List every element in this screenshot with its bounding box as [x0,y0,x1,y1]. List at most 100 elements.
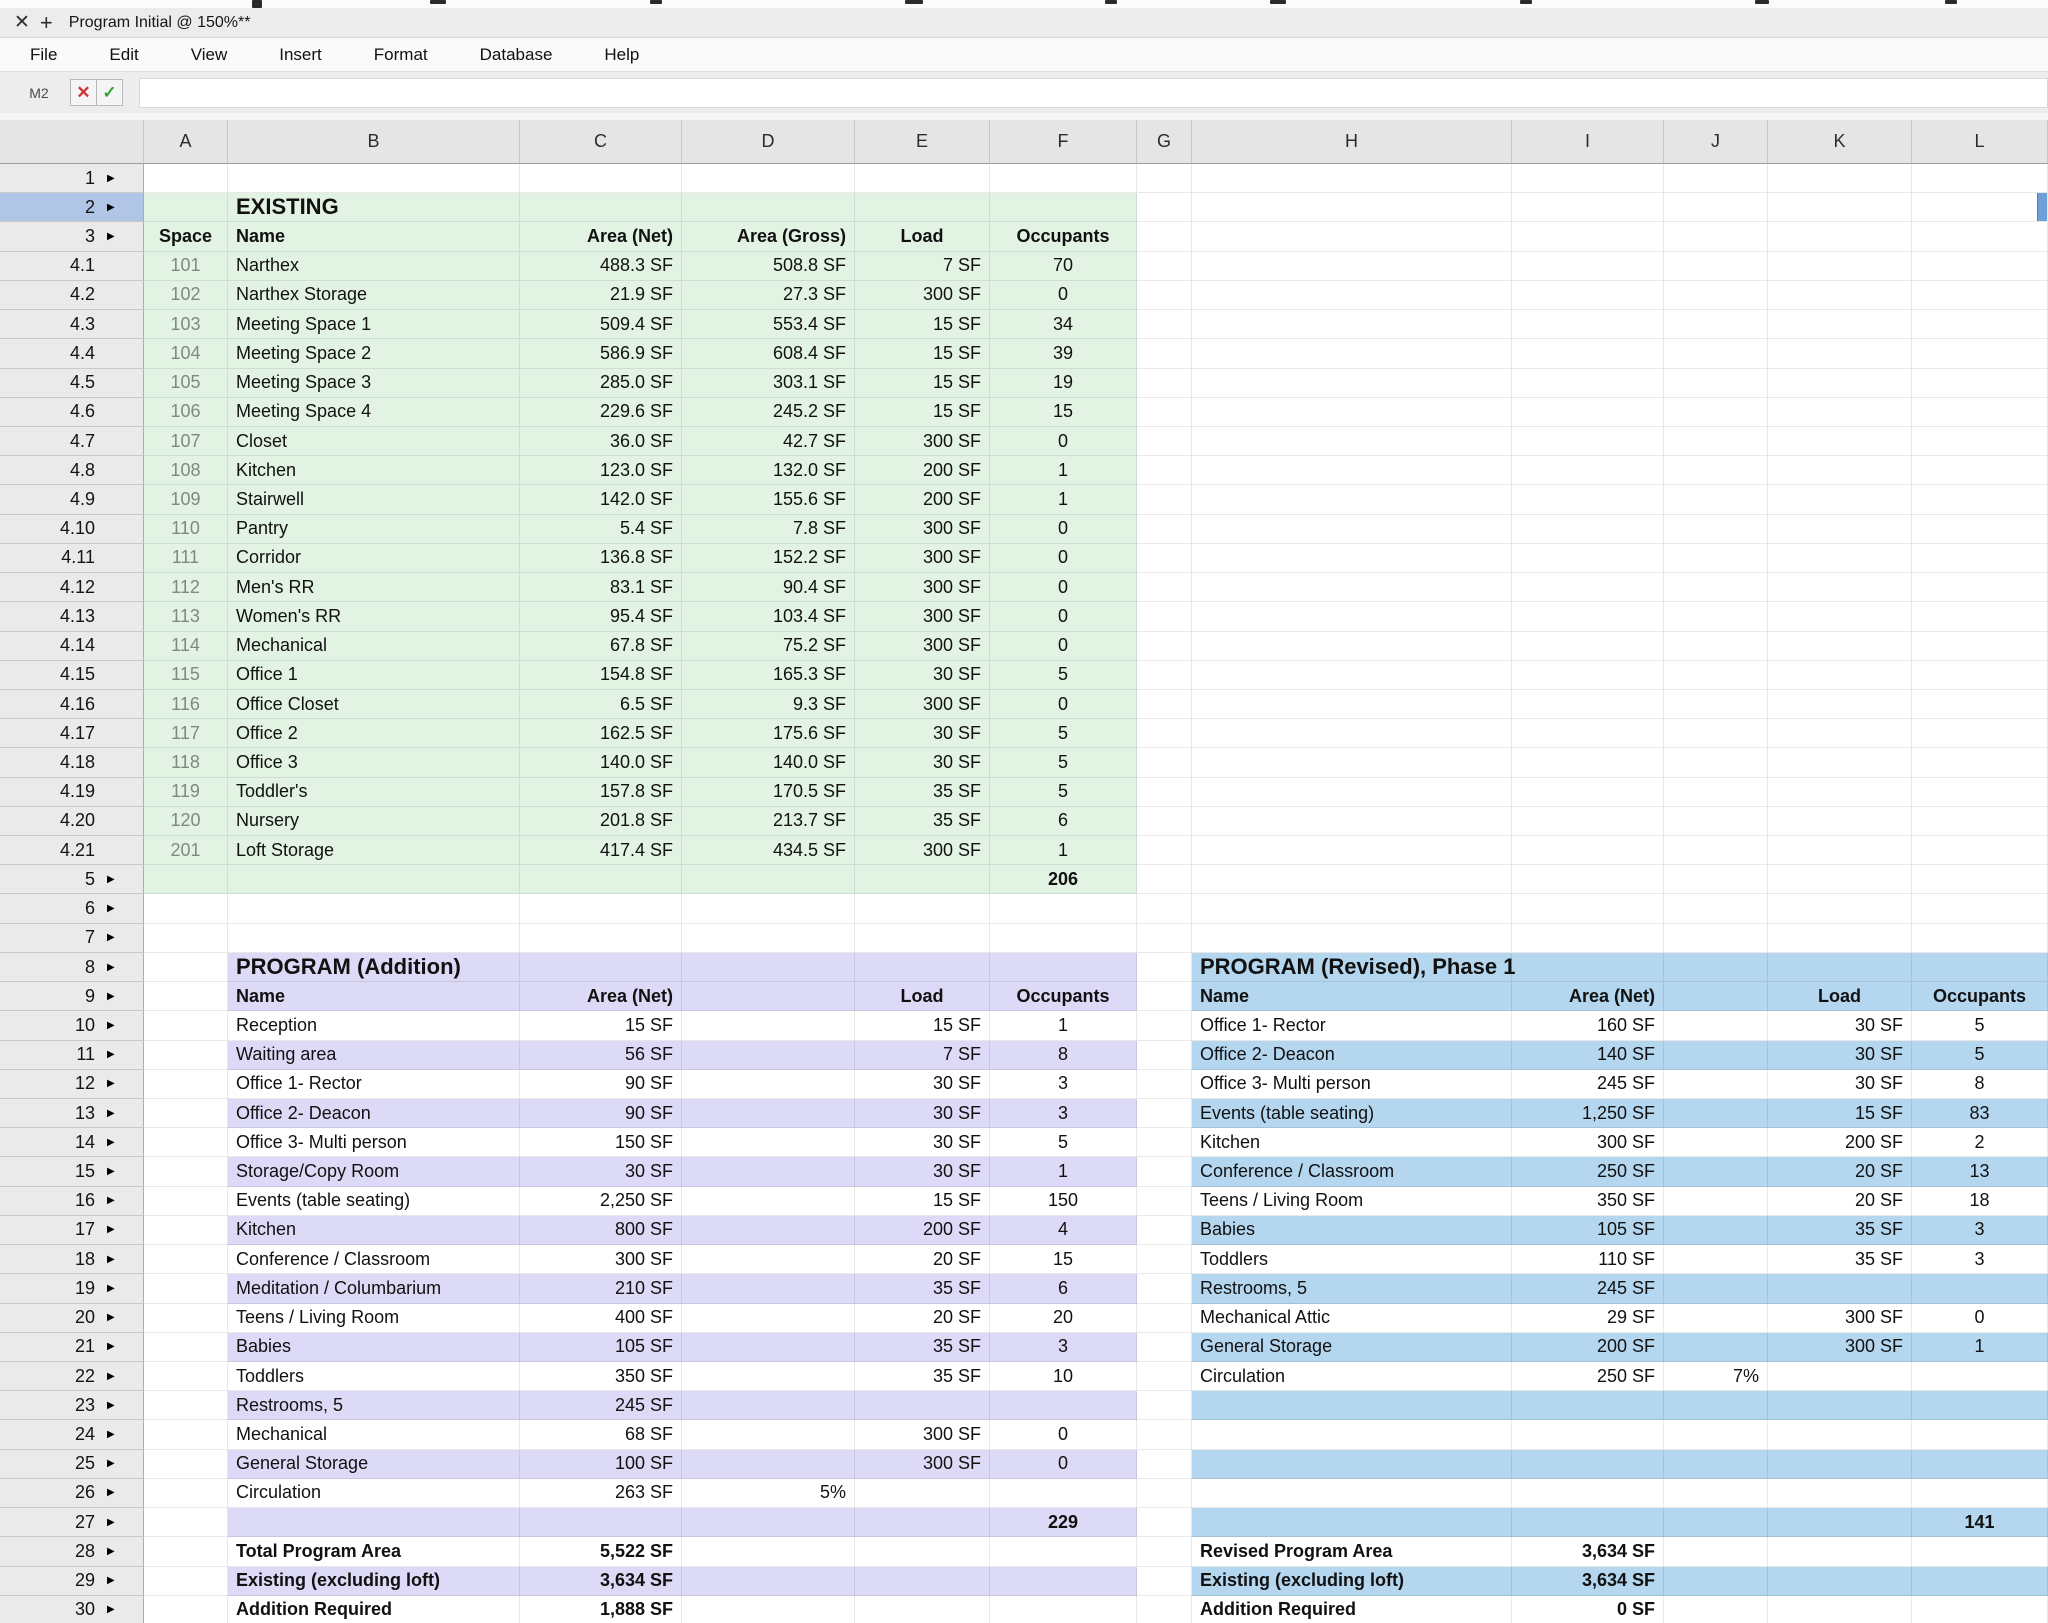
row-expand-marker-icon[interactable]: ▶ [107,991,143,1002]
cell-K2[interactable] [1768,193,1912,222]
cell-F18[interactable]: 15 [990,1245,1137,1274]
row-header-4.8[interactable]: 4.8 [0,456,144,485]
cell-E11[interactable]: 7 SF [855,1041,990,1070]
cell-I4.10[interactable] [1512,515,1664,544]
row-header-11[interactable]: 11▶ [0,1041,144,1070]
cell-H4.17[interactable] [1192,719,1512,748]
cell-E21[interactable]: 35 SF [855,1333,990,1362]
row-header-8[interactable]: 8▶ [0,953,144,982]
cell-B9[interactable]: Name [228,982,520,1011]
cell-F4.2[interactable]: 0 [990,281,1137,310]
cell-H16[interactable]: Teens / Living Room [1192,1187,1512,1216]
cell-K16[interactable]: 20 SF [1768,1187,1912,1216]
cell-L9[interactable]: Occupants [1912,982,2048,1011]
cell-G4.18[interactable] [1137,748,1192,777]
cell-C4.19[interactable]: 157.8 SF [520,778,682,807]
cell-D22[interactable] [682,1362,855,1391]
column-header-G[interactable]: G [1137,120,1192,164]
cell-A2[interactable] [144,193,228,222]
cell-H1[interactable] [1192,164,1512,193]
cell-D4.10[interactable]: 7.8 SF [682,515,855,544]
row-header-19[interactable]: 19▶ [0,1274,144,1303]
cell-F21[interactable]: 3 [990,1333,1137,1362]
cell-F4.4[interactable]: 39 [990,339,1137,368]
cell-H19[interactable]: Restrooms, 5 [1192,1274,1512,1303]
cell-H4.2[interactable] [1192,281,1512,310]
row-expand-marker-icon[interactable]: ▶ [107,1254,143,1265]
cell-E6[interactable] [855,894,990,923]
cell-C8[interactable] [520,953,682,982]
cell-L4.21[interactable] [1912,836,2048,865]
cell-J2[interactable] [1664,193,1768,222]
cell-K9[interactable]: Load [1768,982,1912,1011]
cell-F29[interactable] [990,1567,1137,1596]
cell-C4.5[interactable]: 285.0 SF [520,369,682,398]
cell-A4.18[interactable]: 118 [144,748,228,777]
cell-L6[interactable] [1912,894,2048,923]
cell-H4.14[interactable] [1192,632,1512,661]
row-expand-marker-icon[interactable]: ▶ [107,173,143,184]
row-expand-marker-icon[interactable]: ▶ [107,1487,143,1498]
row-header-18[interactable]: 18▶ [0,1245,144,1274]
cell-A4.20[interactable]: 120 [144,807,228,836]
cell-I1[interactable] [1512,164,1664,193]
cell-J5[interactable] [1664,865,1768,894]
cell-E4.17[interactable]: 30 SF [855,719,990,748]
cell-H4.11[interactable] [1192,544,1512,573]
cell-C18[interactable]: 300 SF [520,1245,682,1274]
row-header-30[interactable]: 30▶ [0,1596,144,1623]
column-header-B[interactable]: B [228,120,520,164]
cell-E3[interactable]: Load [855,222,990,251]
cell-A4.7[interactable]: 107 [144,427,228,456]
cell-C4.13[interactable]: 95.4 SF [520,602,682,631]
cell-E4.3[interactable]: 15 SF [855,310,990,339]
row-expand-marker-icon[interactable]: ▶ [107,1517,143,1528]
cell-D4.4[interactable]: 608.4 SF [682,339,855,368]
cell-D17[interactable] [682,1216,855,1245]
cell-J4.19[interactable] [1664,778,1768,807]
cell-F30[interactable] [990,1596,1137,1623]
cell-J16[interactable] [1664,1187,1768,1216]
cell-B4.20[interactable]: Nursery [228,807,520,836]
cell-A11[interactable] [144,1041,228,1070]
cell-D14[interactable] [682,1128,855,1157]
cell-A1[interactable] [144,164,228,193]
cell-K13[interactable]: 15 SF [1768,1099,1912,1128]
row-header-4.12[interactable]: 4.12 [0,573,144,602]
row-header-13[interactable]: 13▶ [0,1099,144,1128]
formula-input[interactable] [139,78,2048,108]
cell-D4.7[interactable]: 42.7 SF [682,427,855,456]
cancel-entry-button[interactable]: ✕ [70,79,97,106]
cell-B29[interactable]: Existing (excluding loft) [228,1567,520,1596]
cell-L4.9[interactable] [1912,485,2048,514]
cell-H4.15[interactable] [1192,661,1512,690]
cell-B14[interactable]: Office 3- Multi person [228,1128,520,1157]
cell-J28[interactable] [1664,1537,1768,1566]
row-header-4.10[interactable]: 4.10 [0,515,144,544]
cell-C25[interactable]: 100 SF [520,1450,682,1479]
cell-C4.12[interactable]: 83.1 SF [520,573,682,602]
cell-K4.7[interactable] [1768,427,1912,456]
cell-G4.19[interactable] [1137,778,1192,807]
cell-K4.6[interactable] [1768,398,1912,427]
cell-D18[interactable] [682,1245,855,1274]
cell-B3[interactable]: Name [228,222,520,251]
cell-I4.6[interactable] [1512,398,1664,427]
cell-E26[interactable] [855,1479,990,1508]
cell-E4.13[interactable]: 300 SF [855,602,990,631]
cell-I4.14[interactable] [1512,632,1664,661]
cell-J12[interactable] [1664,1070,1768,1099]
cell-H4.6[interactable] [1192,398,1512,427]
cell-A4.5[interactable]: 105 [144,369,228,398]
column-header-C[interactable]: C [520,120,682,164]
row-expand-marker-icon[interactable]: ▶ [107,1224,143,1235]
cell-K19[interactable] [1768,1274,1912,1303]
cell-D7[interactable] [682,924,855,953]
column-header-K[interactable]: K [1768,120,1912,164]
cell-L4.10[interactable] [1912,515,2048,544]
cell-J4.8[interactable] [1664,456,1768,485]
cell-K4.14[interactable] [1768,632,1912,661]
cell-L4.18[interactable] [1912,748,2048,777]
cell-C16[interactable]: 2,250 SF [520,1187,682,1216]
cell-I4.2[interactable] [1512,281,1664,310]
